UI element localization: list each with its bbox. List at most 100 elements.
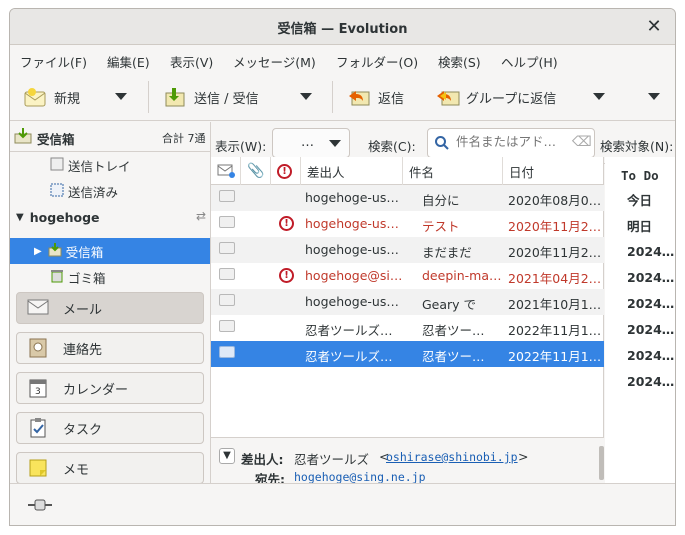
envelope-icon[interactable] [219,190,235,202]
message-row[interactable]: hogehoge-us… Geary で 2021年10月1… [211,289,604,315]
menu-folder[interactable]: フォルダー(O) [336,52,418,71]
online-status-icon[interactable] [26,498,54,516]
new-mail-icon [24,87,46,107]
reply-button[interactable]: 返信 [348,85,404,109]
new-button[interactable]: 新規 [24,85,80,109]
todo-item[interactable]: 2024… [627,322,674,337]
sidebar-header-title: 受信箱 [37,132,75,147]
expand-right-icon[interactable]: ▶ [34,246,42,257]
message-row[interactable]: ! hogehoge-us… テスト 2020年11月2… [211,211,604,237]
message-date: 2022年11月1… [508,323,602,338]
message-row[interactable]: hogehoge-us… まだまだ 2020年11月2… [211,237,604,263]
calendar-icon: 3 [27,378,49,398]
menu-view[interactable]: 表示(V) [170,52,213,71]
message-subject: テスト [422,219,460,234]
search-input-box[interactable]: ⌫ [427,128,595,158]
reply-icon [348,87,370,107]
preview-from-email-link[interactable]: oshirase@shinobi.jp [386,450,518,464]
message-row[interactable]: hogehoge-us… 自分に 2020年08月0… [211,185,604,211]
nav-calendar-button[interactable]: 3 カレンダー [16,372,204,404]
menu-edit[interactable]: 編集(E) [107,52,150,71]
more-dropdown-icon[interactable] [648,93,660,100]
reply-group-label: グループに返信 [466,91,557,107]
envelope-icon[interactable] [219,294,235,306]
search-input[interactable] [456,134,566,149]
column-attachment[interactable]: 📎 [241,157,271,185]
todo-item[interactable]: 2024… [627,348,674,363]
folder-trash[interactable]: ゴミ箱 [10,264,210,290]
message-from: hogehoge-us… [305,216,399,231]
reply-group-dropdown-icon[interactable] [593,93,605,100]
mail-icon [27,298,49,318]
nav-tasks-button[interactable]: タスク [16,412,204,444]
preview-from-label: 差出人: [241,452,284,467]
show-filter-dropdown[interactable]: … [272,128,350,158]
folder-label: 送信済み [68,184,119,200]
envelope-icon[interactable] [219,242,235,254]
new-dropdown-icon[interactable] [115,93,127,100]
message-subject: 自分に [422,193,460,208]
message-date: 2020年11月2… [508,245,602,260]
reply-group-icon [436,87,460,107]
todo-item[interactable]: 2024… [627,270,674,285]
todo-item[interactable]: 2024… [627,296,674,311]
important-icon[interactable]: ! [279,216,294,231]
folder-label: ゴミ箱 [68,270,106,286]
send-receive-button[interactable]: 送信 / 受信 [164,85,259,109]
envelope-icon[interactable] [219,346,235,358]
envelope-icon[interactable] [219,216,235,228]
nav-label: タスク [63,422,103,438]
reply-group-button[interactable]: グループに返信 [436,85,556,109]
folder-outbox[interactable]: 送信トレイ [10,152,210,178]
window-title: 受信箱 — Evolution [277,22,408,37]
preview-to-email-link[interactable]: hogehoge@sing.ne.jp [294,470,426,484]
folder-sent[interactable]: 送信済み [10,178,210,204]
menu-search[interactable]: 検索(S) [438,52,481,71]
account-label: hogehoge [29,209,100,225]
menu-help[interactable]: ヘルプ(H) [501,52,558,71]
envelope-icon[interactable] [219,320,235,332]
nav-mail-button[interactable]: メール [16,292,204,324]
message-row[interactable]: 忍者ツールズ… 忍者ツー… 2022年11月1… [211,341,604,367]
column-subject[interactable]: 件名 [403,157,503,185]
paperclip-icon: 📎 [247,163,265,179]
collapse-header-icon[interactable]: ▼ [219,448,235,464]
search-label: 検索(C): [368,139,416,154]
important-icon[interactable]: ! [279,268,294,283]
nav-label: メモ [63,462,90,478]
preview-from-close-bracket: > [518,449,529,464]
menu-message[interactable]: メッセージ(M) [233,52,316,71]
expand-down-icon: ▼ [16,211,24,223]
message-from: hogehoge-us… [305,190,399,205]
folder-label: 受信箱 [65,244,104,260]
sync-arrows-icon[interactable]: ⇄ [196,209,206,223]
send-receive-dropdown-icon[interactable] [300,93,312,100]
column-date[interactable]: 日付 [503,157,604,185]
chevron-down-icon [329,140,341,147]
message-list: 📎 ! 差出人 件名 日付 hogehoge-us… 自分に 2020年08月0…!… [211,157,604,437]
close-icon[interactable]: ✕ [643,16,665,38]
message-row[interactable]: 忍者ツールズ… 忍者ツー… 2022年11月1… [211,315,604,341]
message-row[interactable]: ! hogehoge@si… deepin-ma… 2021年04月2… [211,263,604,289]
account-hogehoge[interactable]: ▼ hogehoge ⇄ [10,204,210,230]
title-bar: 受信箱 — Evolution ✕ [10,9,675,45]
clear-icon[interactable]: ⌫ [572,134,592,150]
column-from[interactable]: 差出人 [301,157,403,185]
message-date: 2020年11月2… [508,219,602,234]
preview-scrollbar[interactable] [599,446,604,480]
todo-item[interactable]: 今日 [627,190,652,209]
column-status[interactable] [211,157,241,185]
toolbar-separator [332,81,333,113]
message-subject: 忍者ツー… [422,349,485,364]
todo-item[interactable]: 2024… [627,244,674,259]
folder-inbox[interactable]: ▶ 受信箱 [10,238,210,264]
nav-memos-button[interactable]: メモ [16,452,204,484]
nav-contacts-button[interactable]: 連絡先 [16,332,204,364]
menu-file[interactable]: ファイル(F) [20,52,87,71]
envelope-icon[interactable] [219,268,235,280]
todo-item[interactable]: 2024… [627,374,674,389]
todo-item[interactable]: 明日 [627,216,652,235]
search-icon [434,135,450,155]
column-importance[interactable]: ! [271,157,301,185]
message-from: hogehoge-us… [305,242,399,257]
